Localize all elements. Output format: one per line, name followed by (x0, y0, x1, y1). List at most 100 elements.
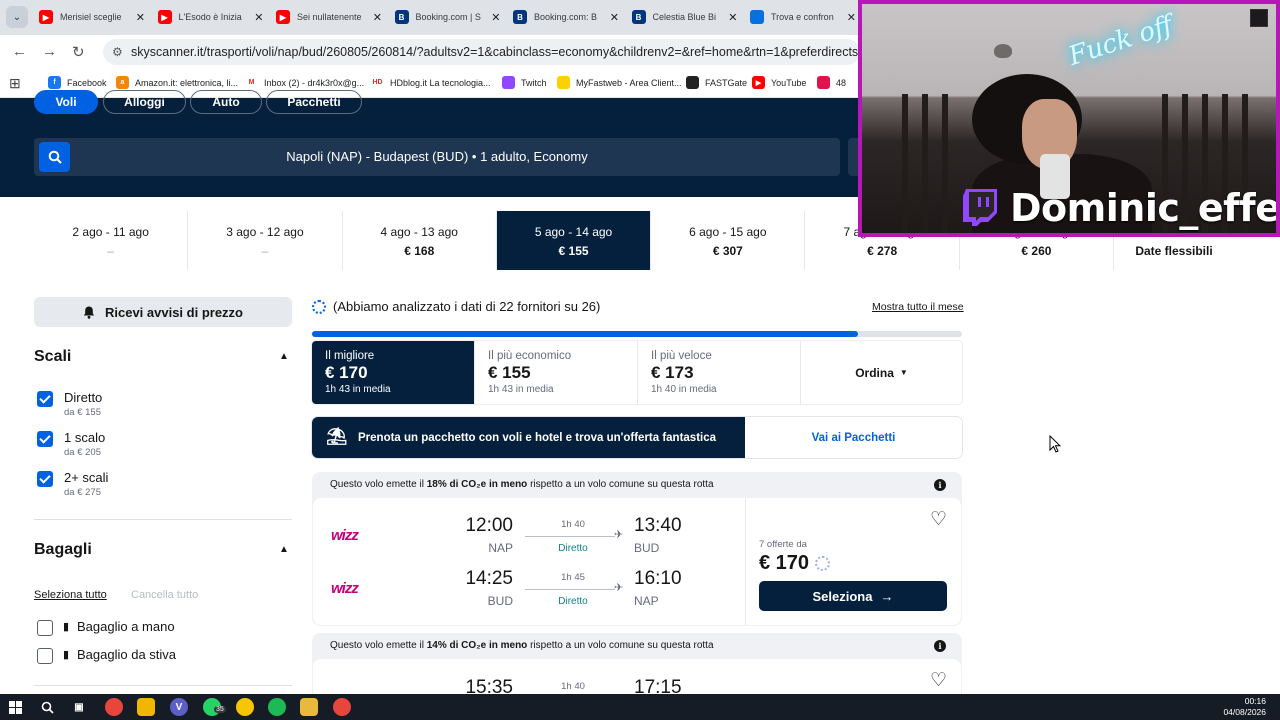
date-range: 3 ago - 12 ago (226, 225, 304, 239)
departure-airport: BUD (487, 594, 513, 608)
bookmark-item[interactable]: M Inbox (2) - dr4k3r0x@g... (245, 76, 364, 89)
nav-voli[interactable]: Voli (34, 90, 98, 114)
date-option[interactable]: 6 ago - 15 ago € 307 (651, 211, 806, 270)
offers-count: 7 offerte da (759, 539, 807, 550)
heart-icon[interactable]: ♡ (930, 508, 947, 531)
checkbox[interactable] (37, 620, 53, 636)
chevron-up-icon[interactable]: ▲ (279, 351, 289, 362)
browser-tab[interactable]: ▶ Merisiel sceglie ✕ (39, 6, 145, 28)
close-icon[interactable]: ✕ (254, 11, 263, 24)
info-icon[interactable]: i (934, 640, 946, 652)
windows-start-icon[interactable] (6, 698, 24, 716)
browser-tab[interactable]: ▶ L'Esodo è Inizia ✕ (157, 6, 264, 28)
sort-tab-fastest[interactable]: Il più veloce € 173 1h 40 in media (638, 341, 801, 404)
baggage-option[interactable]: ▮ Bagaglio a mano (37, 618, 237, 638)
show-whole-month-link[interactable]: Mostra tutto il mese (872, 301, 964, 313)
stops-label: Diretto (558, 596, 588, 607)
bookmark-item[interactable]: f Facebook (48, 76, 107, 89)
co2-notice: Questo volo emette il 18% di CO₂e in men… (330, 479, 714, 490)
baggage-option[interactable]: ▮ Bagaglio da stiva (37, 646, 237, 666)
stops-min-price: da € 155 (64, 407, 101, 418)
store-icon[interactable] (137, 698, 155, 716)
bookmark-item[interactable]: 48 (817, 76, 846, 89)
date-option[interactable]: 2 ago - 11 ago – (34, 211, 189, 270)
browser-tab[interactable]: B Celestia Blue Bi ✕ (631, 6, 738, 28)
date-option[interactable]: 4 ago - 13 ago € 168 (343, 211, 497, 270)
bookmark-item[interactable]: MyFastweb - Area Client... (557, 76, 682, 89)
stops-option[interactable]: 2+ scali da € 275 (37, 469, 237, 501)
nav-auto[interactable]: Auto (190, 90, 262, 114)
browser-tab[interactable]: Trova e confron ✕ (750, 6, 856, 28)
date-option[interactable]: 3 ago - 12 ago – (188, 211, 343, 270)
close-icon[interactable]: ✕ (491, 11, 500, 24)
browser-tab[interactable]: B Booking.com: B ✕ (513, 6, 619, 28)
search-summary-text: Napoli (NAP) - Budapest (BUD) • 1 adulto… (286, 149, 588, 164)
forward-icon[interactable]: → (42, 43, 57, 60)
price-alert-button[interactable]: Ricevi avvisi di prezzo (34, 297, 292, 327)
bookmark-item[interactable]: FASTGate (686, 76, 747, 89)
stops-label: Diretto (64, 390, 103, 405)
tab-title: L'Esodo è Inizia (178, 12, 242, 22)
close-icon[interactable]: ✕ (847, 11, 856, 24)
flight-duration: 1h 40 (561, 519, 585, 530)
bookmark-favicon-icon (557, 76, 570, 89)
sort-tab-best[interactable]: Il migliore € 170 1h 43 in media (312, 341, 475, 404)
heart-icon[interactable]: ♡ (930, 669, 947, 692)
browser-tab[interactable]: ▶ Sei nullatenente ✕ (276, 6, 382, 28)
address-bar[interactable]: ⚙ skyscanner.it/trasporti/voli/nap/bud/2… (103, 39, 860, 65)
checkbox[interactable] (37, 431, 53, 447)
obs-icon[interactable] (333, 698, 351, 716)
ceiling-lamp (994, 44, 1012, 58)
nav-alloggi[interactable]: Alloggi (103, 90, 186, 114)
nav-pacchetti[interactable]: Pacchetti (266, 90, 362, 114)
url-text: skyscanner.it/trasporti/voli/nap/bud/260… (131, 45, 860, 59)
search-icon[interactable] (39, 142, 70, 172)
close-icon[interactable]: ✕ (610, 11, 619, 24)
file-explorer-icon[interactable] (300, 698, 318, 716)
bookmark-item[interactable]: a Amazon.it: elettronica, li... (116, 76, 238, 89)
close-icon[interactable]: ✕ (136, 11, 145, 24)
go-to-packages-link[interactable]: Vai ai Pacchetti (745, 417, 962, 458)
close-icon[interactable]: ✕ (373, 11, 382, 24)
checkbox[interactable] (37, 391, 53, 407)
weather-icon[interactable] (236, 698, 254, 716)
sort-dropdown[interactable]: Ordina ▼ (801, 341, 962, 404)
clear-all-link[interactable]: Cancella tutto (131, 589, 198, 601)
bookmark-item[interactable]: Twitch (502, 76, 547, 89)
bookmark-label: Twitch (521, 77, 547, 88)
search-icon[interactable] (38, 698, 56, 716)
chevron-up-icon[interactable]: ▲ (279, 544, 289, 555)
back-icon[interactable]: ← (12, 43, 27, 60)
select-all-link[interactable]: Seleziona tutto (34, 589, 107, 601)
checkbox[interactable] (37, 471, 53, 487)
booking-icon: B (631, 10, 646, 24)
loading-spinner-icon (815, 556, 831, 571)
flight-card-body[interactable]: wizz 12:00 NAP 1h 40 ✈ Diretto 13:40 BUD… (313, 498, 961, 625)
checkbox[interactable] (37, 648, 53, 664)
bookmark-item[interactable]: HD HDblog.it La tecnologia... (371, 76, 491, 89)
vpn-icon[interactable]: V (170, 698, 188, 716)
task-view-icon[interactable]: ▣ (70, 698, 88, 716)
apps-grid-icon[interactable]: ⊞ (9, 75, 21, 92)
info-icon[interactable]: i (934, 479, 946, 491)
date-option[interactable]: 5 ago - 14 ago € 155 (496, 211, 652, 270)
sort-tab-cheapest[interactable]: Il più economico € 155 1h 43 in media (475, 341, 638, 404)
stops-option[interactable]: Diretto da € 155 (37, 389, 237, 421)
site-info-icon[interactable]: ⚙ (112, 39, 123, 65)
tab-search-button[interactable]: ⌄ (6, 6, 28, 28)
search-summary-box[interactable]: Napoli (NAP) - Budapest (BUD) • 1 adulto… (34, 138, 840, 176)
system-clock[interactable]: 00:16 04/08/2026 (1223, 696, 1266, 718)
sort-tabs: Il migliore € 170 1h 43 in media Il più … (312, 341, 962, 404)
divider (34, 519, 292, 520)
bookmark-favicon-icon (502, 76, 515, 89)
spotify-icon[interactable] (268, 698, 286, 716)
bookmark-label: YouTube (771, 77, 807, 88)
select-flight-button[interactable]: Seleziona → (759, 581, 947, 611)
browser-tab[interactable]: B Booking.com | S ✕ (394, 6, 501, 28)
stops-label: 1 scalo (64, 430, 106, 445)
chrome-icon[interactable] (105, 698, 123, 716)
reload-icon[interactable]: ↻ (72, 43, 85, 61)
close-icon[interactable]: ✕ (728, 11, 737, 24)
bookmark-item[interactable]: ▶ YouTube (752, 76, 806, 89)
stops-option[interactable]: 1 scalo da € 205 (37, 429, 237, 461)
